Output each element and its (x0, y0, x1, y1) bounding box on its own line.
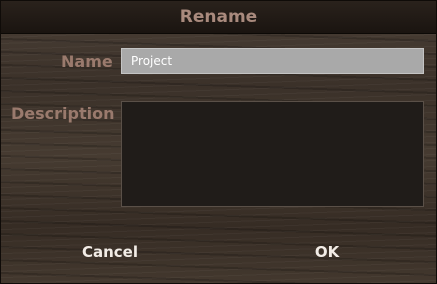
name-input[interactable] (121, 48, 424, 74)
name-label: Name (61, 52, 113, 71)
description-input[interactable] (121, 101, 424, 207)
cancel-button[interactable]: Cancel (73, 241, 147, 263)
ok-button[interactable]: OK (301, 241, 353, 263)
rename-dialog: Rename Name Description Cancel OK (0, 0, 437, 284)
title-bar: Rename (1, 1, 436, 34)
description-label: Description (11, 104, 115, 123)
dialog-title: Rename (179, 7, 258, 27)
